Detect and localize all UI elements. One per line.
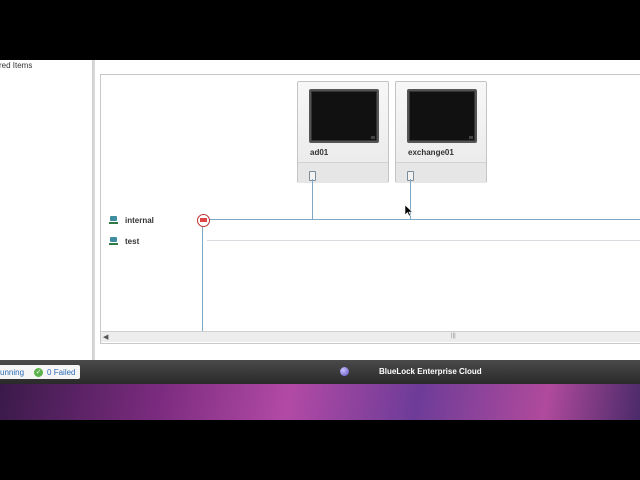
running-tasks-label[interactable]: unning [0, 368, 24, 377]
failed-tasks-label[interactable]: 0 Failed [47, 368, 75, 377]
check-icon: ✓ [34, 367, 44, 377]
mouse-cursor-icon [405, 205, 413, 217]
vm-screen-icon[interactable] [407, 89, 477, 143]
network-row-test[interactable]: test [109, 235, 139, 247]
router-icon[interactable] [197, 214, 210, 227]
network-label: test [125, 236, 140, 246]
network-icon [109, 215, 118, 225]
panel-splitter[interactable] [93, 60, 95, 360]
network-label: internal [125, 215, 154, 225]
network-line-test [207, 240, 640, 241]
vm-name: ad01 [310, 148, 329, 157]
desktop-wallpaper [0, 384, 640, 420]
letterbox-bottom [0, 420, 640, 480]
vm-card-ad01[interactable]: ad01 [297, 81, 389, 183]
vapp-diagram-window: red Items ad01 exchange01 internal test … [0, 60, 640, 360]
external-uplink-line [202, 225, 203, 331]
task-status-pill[interactable]: unning ✓ 0 Failed [0, 365, 80, 379]
vm-name: exchange01 [408, 148, 454, 157]
vm-wire-ad01 [312, 179, 313, 219]
vm-card-exchange01[interactable]: exchange01 [395, 81, 487, 183]
left-panel: red Items [0, 60, 93, 360]
left-panel-section-label: red Items [0, 61, 33, 70]
horizontal-scrollbar[interactable]: ◀ ||| [101, 331, 640, 342]
vm-screen-icon[interactable] [309, 89, 379, 143]
network-row-internal[interactable]: internal [109, 214, 154, 226]
letterbox-top [0, 0, 640, 60]
scroll-thumb-grip-icon[interactable]: ||| [451, 333, 456, 339]
network-icon [109, 236, 118, 246]
network-diagram-canvas: ad01 exchange01 internal test ◀ ||| [100, 74, 640, 344]
bluelock-logo-icon [340, 367, 349, 376]
brand-name: BlueLock Enterprise Cloud [379, 367, 482, 376]
status-bar: unning ✓ 0 Failed BlueLock Enterprise Cl… [0, 360, 640, 384]
scroll-left-arrow-icon[interactable]: ◀ [103, 333, 108, 341]
network-line-internal [207, 219, 640, 220]
